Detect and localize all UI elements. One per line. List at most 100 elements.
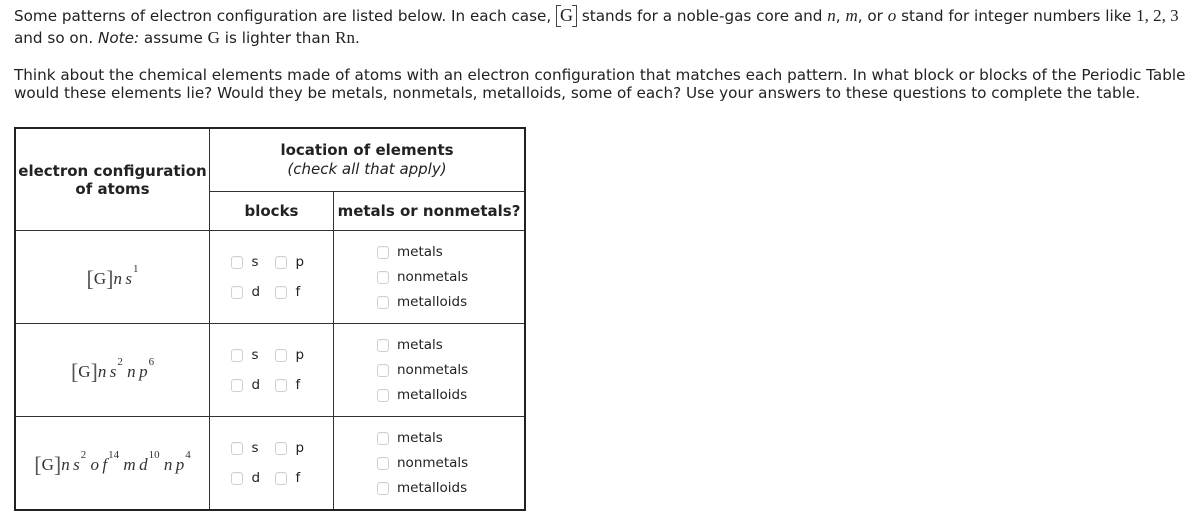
checkbox[interactable]: [230, 348, 243, 362]
core-symbol: G: [78, 361, 91, 381]
metals-cell: metals nonmetals metalloids: [333, 230, 526, 324]
metal-option-nonmetals[interactable]: nonmetals: [377, 453, 524, 473]
block-option-p[interactable]: p: [274, 438, 319, 458]
block-option-label: f: [295, 470, 301, 486]
block-option-s[interactable]: s: [230, 345, 275, 365]
metals-cell: metals nonmetals metalloids: [333, 323, 526, 417]
electron-configuration-formula: [G]n s1: [86, 263, 139, 291]
intro-text: stand for integer numbers like: [896, 7, 1137, 25]
metal-option-label: nonmetals: [397, 362, 469, 378]
block-option-p[interactable]: p: [274, 252, 319, 272]
checkbox[interactable]: [230, 255, 243, 269]
block-option-d[interactable]: d: [230, 468, 275, 488]
checkbox[interactable]: [377, 481, 389, 495]
metal-option-metals[interactable]: metals: [377, 335, 524, 355]
header-text: location of elements: [280, 141, 454, 159]
shell-number: n: [163, 454, 173, 474]
intro-text: stands for a noble-gas core and: [577, 7, 828, 25]
block-option-f[interactable]: f: [274, 282, 319, 302]
electron-configuration-formula: [G]n s2 o f14 m d10 n p4: [34, 449, 190, 477]
checkbox[interactable]: [230, 471, 243, 485]
bracket-open: [: [34, 451, 42, 477]
block-option-p[interactable]: p: [274, 345, 319, 365]
intro-text: is lighter than: [219, 29, 336, 47]
block-option-label: p: [295, 254, 305, 270]
electron-configuration-cell: [G]n s2 n p6: [14, 323, 210, 417]
checkbox[interactable]: [274, 471, 287, 485]
metal-option-label: metals: [397, 430, 443, 446]
intro-text: assume: [139, 29, 208, 47]
checkbox[interactable]: [377, 245, 389, 259]
checkbox[interactable]: [377, 388, 389, 402]
block-option-label: s: [251, 254, 259, 270]
header-text: of atoms: [75, 179, 150, 198]
electron-count: 2: [117, 355, 123, 368]
shell-number: n: [97, 361, 107, 381]
example-numbers: 1, 2, 3: [1136, 6, 1179, 25]
header-subtext: (check all that apply): [287, 160, 447, 178]
block-option-label: d: [251, 377, 261, 393]
shell-number: n: [61, 454, 70, 474]
checkbox[interactable]: [377, 338, 389, 352]
block-option-d[interactable]: d: [230, 282, 275, 302]
block-option-label: p: [295, 440, 305, 456]
block-option-label: d: [251, 284, 261, 300]
checkbox[interactable]: [274, 285, 287, 299]
checkbox[interactable]: [377, 431, 389, 445]
checkbox[interactable]: [377, 363, 389, 377]
metal-option-label: metals: [397, 244, 443, 260]
orbital-letter: s: [73, 454, 80, 474]
g-symbol: G: [207, 28, 220, 47]
blocks-cell: s p d f: [209, 416, 334, 511]
bracket-open: [: [86, 265, 94, 291]
electron-configuration-formula: [G]n s2 n p6: [71, 356, 154, 384]
checkbox[interactable]: [377, 456, 389, 470]
electron-count: 10: [148, 448, 160, 461]
electron-configuration-cell: [G]n s2 o f14 m d10 n p4: [14, 416, 210, 511]
orbital-letter: s: [109, 361, 117, 381]
header-location-of-elements: location of elements (check all that app…: [209, 127, 526, 192]
metals-checkbox-group: metals nonmetals metalloids: [334, 242, 524, 312]
metals-cell: metals nonmetals metalloids: [333, 416, 526, 511]
electron-count: 2: [80, 448, 87, 461]
orbital-letter: d: [139, 454, 148, 474]
noble-gas-core-symbol: G: [556, 5, 577, 27]
metal-option-label: nonmetals: [397, 455, 469, 471]
block-option-f[interactable]: f: [274, 375, 319, 395]
checkbox[interactable]: [230, 378, 243, 392]
shell-number: o: [90, 454, 99, 474]
checkbox[interactable]: [274, 441, 287, 455]
checkbox[interactable]: [274, 348, 287, 362]
table-row: [G]n s2 o f14 m d10 n p4 s p d f metals nonme…: [14, 416, 526, 511]
checkbox[interactable]: [274, 255, 287, 269]
checkbox[interactable]: [230, 285, 243, 299]
metal-option-nonmetals[interactable]: nonmetals: [377, 267, 524, 287]
electron-count: 6: [148, 355, 155, 368]
block-option-s[interactable]: s: [230, 252, 275, 272]
checkbox[interactable]: [274, 378, 287, 392]
metals-checkbox-group: metals nonmetals metalloids: [334, 335, 524, 405]
metal-option-nonmetals[interactable]: nonmetals: [377, 360, 524, 380]
metal-option-metals[interactable]: metals: [377, 242, 524, 262]
block-option-d[interactable]: d: [230, 375, 275, 395]
block-option-label: s: [251, 440, 259, 456]
electron-count: 4: [185, 448, 191, 461]
block-option-label: f: [295, 377, 301, 393]
electron-count: 14: [108, 448, 120, 461]
blocks-checkbox-group: s p d f: [210, 345, 333, 395]
intro-text: .: [355, 29, 360, 47]
block-option-f[interactable]: f: [274, 468, 319, 488]
checkbox[interactable]: [377, 295, 389, 309]
block-option-label: f: [295, 284, 301, 300]
blocks-checkbox-group: s p d f: [210, 438, 333, 488]
metal-option-metalloids[interactable]: metalloids: [377, 478, 524, 498]
block-option-label: s: [251, 347, 259, 363]
block-option-s[interactable]: s: [230, 438, 275, 458]
metal-option-metalloids[interactable]: metalloids: [377, 385, 524, 405]
checkbox[interactable]: [377, 270, 389, 284]
checkbox[interactable]: [230, 441, 243, 455]
blocks-cell: s p d f: [209, 230, 334, 324]
metal-option-metals[interactable]: metals: [377, 428, 524, 448]
metal-option-metalloids[interactable]: metalloids: [377, 292, 524, 312]
electron-configuration-cell: [G]n s1: [14, 230, 210, 324]
